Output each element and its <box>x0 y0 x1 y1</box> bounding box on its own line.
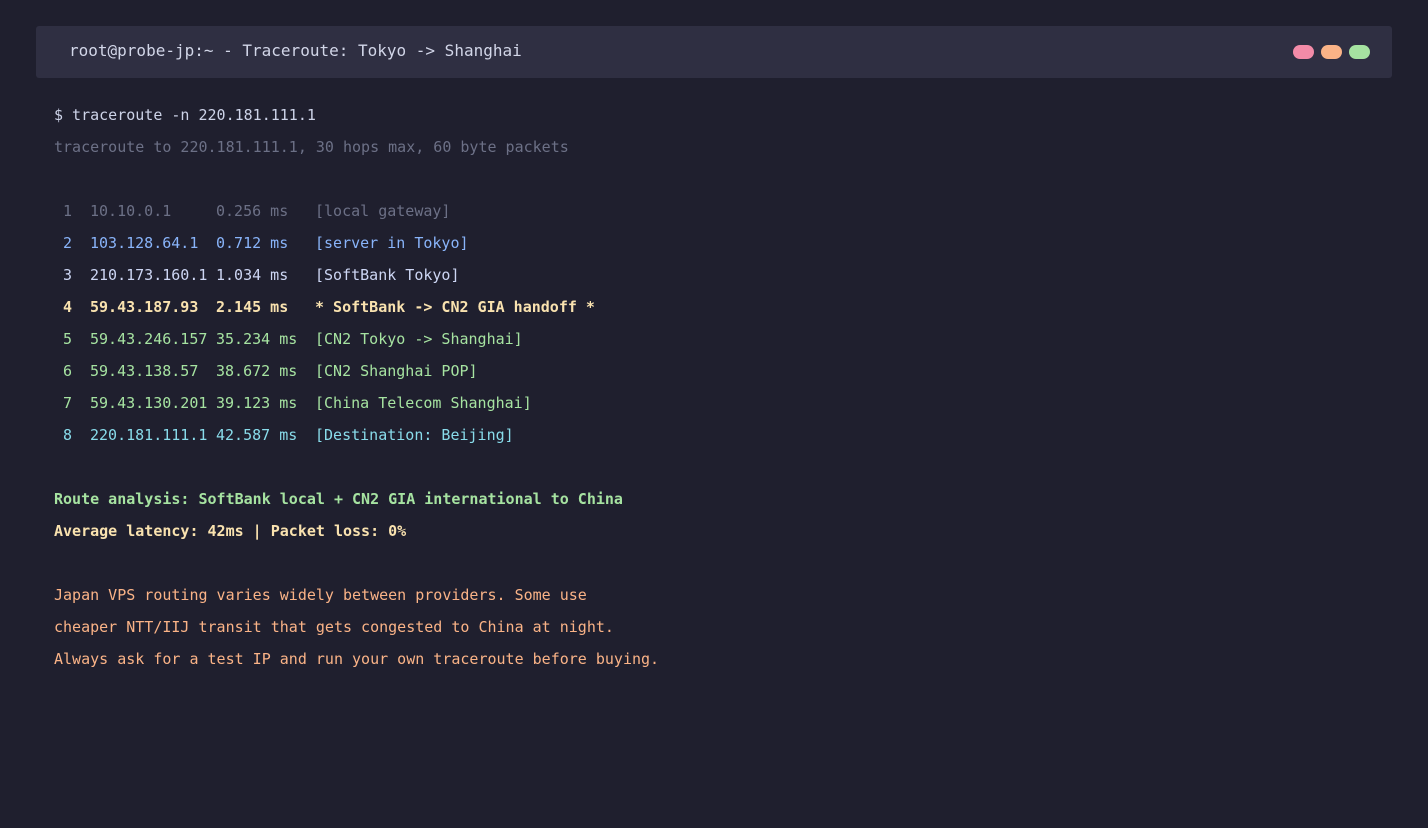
terminal-output[interactable]: $ traceroute -n 220.181.111.1 traceroute… <box>54 99 1374 675</box>
hop-latency: 42.587 ms <box>216 426 298 444</box>
traceroute-header: traceroute to 220.181.111.1, 30 hops max… <box>54 138 569 156</box>
note-line: Always ask for a test IP and run your ow… <box>54 650 660 668</box>
hop-list: 1 10.10.0.1 0.256 ms [local gateway] 2 103.12… <box>54 195 1374 451</box>
hop-ip: 59.43.138.57 <box>90 362 199 380</box>
window-title: root@probe-jp:~ - Traceroute: Tokyo -> S… <box>69 41 522 60</box>
window-controls <box>1293 45 1370 59</box>
hop-number: 8 <box>63 426 73 444</box>
hop-latency: 1.034 ms <box>216 266 289 284</box>
hop-row: 7 59.43.130.201 39.123 ms [China Telecom Sh… <box>54 387 1374 419</box>
hop-note: [China Telecom Shanghai] <box>315 394 532 412</box>
hop-row: 8 220.181.111.1 42.587 ms [Destination: Bei… <box>54 419 1374 451</box>
hop-note: [CN2 Shanghai POP] <box>315 362 478 380</box>
hop-row: 5 59.43.246.157 35.234 ms [CN2 Tokyo -> Sha… <box>54 323 1374 355</box>
hop-number: 4 <box>63 298 73 316</box>
hop-row: 4 59.43.187.93 2.145 ms * SoftBank -> CN2 G… <box>54 291 1374 323</box>
hop-latency: 38.672 ms <box>216 362 298 380</box>
hop-latency: 39.123 ms <box>216 394 298 412</box>
hop-number: 3 <box>63 266 73 284</box>
hop-ip: 10.10.0.1 <box>90 202 172 220</box>
window-titlebar: root@probe-jp:~ - Traceroute: Tokyo -> S… <box>36 26 1392 78</box>
hop-note: [Destination: Beijing] <box>315 426 514 444</box>
hop-row: 3 210.173.160.1 1.034 ms [SoftBank Tokyo] <box>54 259 1374 291</box>
note-line: Japan VPS routing varies widely between … <box>54 586 587 604</box>
hop-note: * SoftBank -> CN2 GIA handoff * <box>315 298 595 316</box>
latency-summary: Average latency: 42ms | Packet loss: 0% <box>54 522 407 540</box>
close-button[interactable] <box>1293 45 1314 59</box>
hop-number: 6 <box>63 362 73 380</box>
hop-number: 1 <box>63 202 73 220</box>
hop-ip: 103.128.64.1 <box>90 234 199 252</box>
route-analysis: Route analysis: SoftBank local + CN2 GIA… <box>54 490 623 508</box>
hop-latency: 0.256 ms <box>216 202 289 220</box>
hop-note: [CN2 Tokyo -> Shanghai] <box>315 330 523 348</box>
hop-latency: 0.712 ms <box>216 234 289 252</box>
hop-row: 2 103.128.64.1 0.712 ms [server in Tokyo] <box>54 227 1374 259</box>
hop-row: 6 59.43.138.57 38.672 ms [CN2 Shanghai POP] <box>54 355 1374 387</box>
hop-latency: 35.234 ms <box>216 330 298 348</box>
hop-ip: 59.43.130.201 <box>90 394 208 412</box>
maximize-button[interactable] <box>1349 45 1370 59</box>
hop-row: 1 10.10.0.1 0.256 ms [local gateway] <box>54 195 1374 227</box>
minimize-button[interactable] <box>1321 45 1342 59</box>
hop-ip: 59.43.246.157 <box>90 330 208 348</box>
hop-number: 2 <box>63 234 73 252</box>
hop-note: [local gateway] <box>315 202 451 220</box>
hop-note: [SoftBank Tokyo] <box>315 266 460 284</box>
hop-ip: 210.173.160.1 <box>90 266 208 284</box>
hop-latency: 2.145 ms <box>216 298 289 316</box>
hop-note: [server in Tokyo] <box>315 234 469 252</box>
note-line: cheaper NTT/IIJ transit that gets conges… <box>54 618 614 636</box>
hop-number: 5 <box>63 330 73 348</box>
hop-ip: 59.43.187.93 <box>90 298 199 316</box>
hop-ip: 220.181.111.1 <box>90 426 208 444</box>
hop-number: 7 <box>63 394 73 412</box>
command-line: $ traceroute -n 220.181.111.1 <box>54 106 316 124</box>
